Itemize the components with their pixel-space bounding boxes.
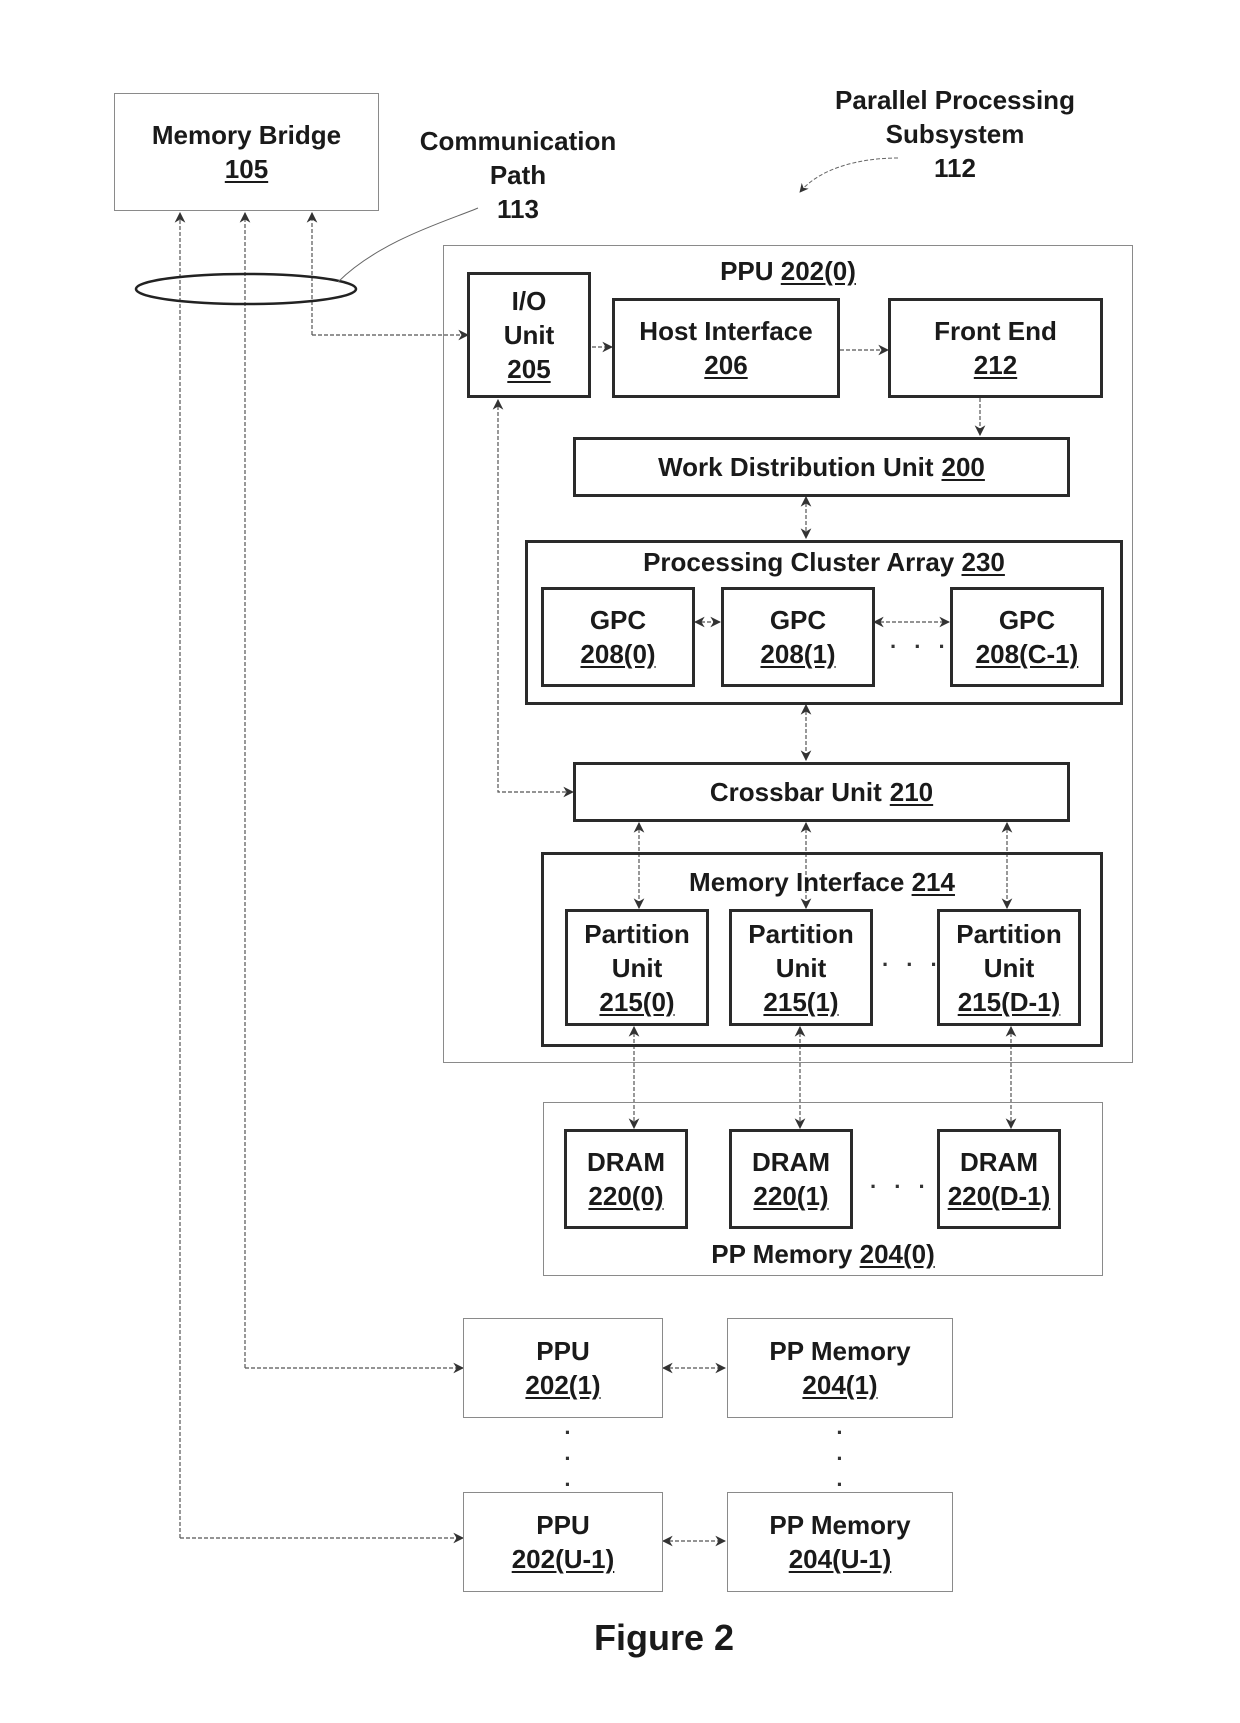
dram-ellipsis: . . .	[870, 1168, 931, 1193]
partition-unit-last-ref: 215(D-1)	[957, 986, 1061, 1017]
host-interface-title: Host Interface	[639, 316, 813, 346]
dram-1-ref: 220(1)	[753, 1181, 829, 1211]
pp-memory-last-box[interactable]: PP Memory 204(U-1)	[727, 1492, 953, 1592]
ppu1-ref: 202(1)	[525, 1370, 601, 1400]
wdu-ref: 200	[941, 452, 985, 482]
partition-unit-last-line1: Partition	[956, 918, 1062, 949]
ppu1-title: PPU	[536, 1336, 590, 1366]
host-interface-box[interactable]: Host Interface 206	[612, 298, 840, 398]
memory-bridge-title: Memory Bridge	[151, 120, 342, 150]
dram-0-ref: 220(0)	[588, 1181, 664, 1211]
subsystem-ref: 112	[934, 153, 976, 183]
dram-last-title: DRAM	[960, 1147, 1038, 1177]
pp-memory1-box[interactable]: PP Memory 204(1)	[727, 1318, 953, 1418]
ppu0-title: PPU	[720, 256, 774, 286]
dram-1-box[interactable]: DRAM 220(1)	[729, 1129, 853, 1229]
dram-last-box[interactable]: DRAM 220(D-1)	[937, 1129, 1061, 1229]
partition-unit-0-ref: 215(0)	[599, 986, 675, 1017]
ppu-last-box[interactable]: PPU 202(U-1)	[463, 1492, 663, 1592]
dram-1-title: DRAM	[752, 1147, 830, 1177]
partition-unit-0-line2: Unit	[611, 952, 663, 983]
ppu-last-title: PPU	[536, 1510, 590, 1540]
gpc-1-ref: 208(1)	[760, 639, 836, 669]
pca-heading: Processing Cluster Array 230	[643, 545, 1005, 579]
wdu-title: Work Distribution Unit	[658, 452, 934, 482]
pp-memory1-title: PP Memory	[769, 1336, 911, 1366]
io-unit-line1: I/O	[511, 286, 547, 316]
gpc-last-ref: 208(C-1)	[975, 639, 1079, 669]
gpc-last-box[interactable]: GPC 208(C-1)	[950, 587, 1104, 687]
gpc-last-title: GPC	[998, 605, 1056, 635]
crossbar-unit-box[interactable]: Crossbar Unit 210	[573, 762, 1070, 822]
gpc-0-box[interactable]: GPC 208(0)	[541, 587, 695, 687]
partition-unit-1-box[interactable]: Partition Unit 215(1)	[729, 909, 873, 1026]
front-end-title: Front End	[934, 316, 1057, 346]
dram-0-box[interactable]: DRAM 220(0)	[564, 1129, 688, 1229]
gpc-1-title: GPC	[769, 605, 827, 635]
crossbar-title: Crossbar Unit	[709, 777, 882, 807]
gpc-ellipsis: . . .	[890, 628, 951, 653]
figure-caption: Figure 2	[594, 1617, 735, 1658]
front-end-ref: 212	[973, 350, 1018, 380]
ppu0-ref: 202(0)	[780, 256, 856, 286]
pp-memory0-title: PP Memory	[711, 1239, 853, 1269]
memory-interface-heading: Memory Interface 214	[689, 865, 955, 899]
communication-path-label: Communication Path 113	[403, 124, 633, 226]
communication-path-ref: 113	[497, 194, 539, 224]
gpc-1-box[interactable]: GPC 208(1)	[721, 587, 875, 687]
partition-unit-last-line2: Unit	[983, 952, 1035, 983]
dram-0-title: DRAM	[587, 1147, 665, 1177]
gpc-0-title: GPC	[589, 605, 647, 635]
gpc-0-ref: 208(0)	[580, 639, 656, 669]
ppu1-box[interactable]: PPU 202(1)	[463, 1318, 663, 1418]
communication-path-line1: Communication	[419, 126, 617, 156]
pp-memory-last-title: PP Memory	[769, 1510, 911, 1540]
memory-interface-title: Memory Interface	[689, 867, 905, 897]
ppu-last-ref: 202(U-1)	[511, 1544, 615, 1574]
partition-unit-1-ref: 215(1)	[763, 986, 839, 1017]
subsystem-line2: Subsystem	[885, 119, 1025, 149]
partition-unit-1-line2: Unit	[775, 952, 827, 983]
io-unit-ref: 205	[507, 354, 551, 384]
pp-memory0-ref: 204(0)	[859, 1239, 935, 1269]
pca-ref: 230	[961, 547, 1005, 577]
parallel-processing-subsystem-label: Parallel Processing Subsystem 112	[810, 83, 1100, 185]
subsystem-line1: Parallel Processing	[835, 85, 1075, 115]
ppu-vertical-ellipsis: · · ·	[564, 1420, 572, 1497]
front-end-box[interactable]: Front End 212	[888, 298, 1103, 398]
work-distribution-unit-box[interactable]: Work Distribution Unit 200	[573, 437, 1070, 497]
memory-bridge-ref: 105	[224, 154, 269, 184]
communication-path-line2: Path	[489, 160, 547, 190]
io-unit-line2: Unit	[503, 320, 555, 350]
communication-path-ellipse	[134, 272, 358, 306]
memory-interface-ref: 214	[911, 867, 955, 897]
partition-ellipsis: . . .	[882, 946, 943, 971]
pp-memory0-heading: PP Memory 204(0)	[711, 1237, 935, 1271]
pp-memory-last-ref: 204(U-1)	[788, 1544, 892, 1574]
io-unit-box[interactable]: I/O Unit 205	[467, 272, 591, 398]
ppu0-heading: PPU 202(0)	[720, 254, 856, 288]
pca-title: Processing Cluster Array	[643, 547, 955, 577]
dram-last-ref: 220(D-1)	[947, 1181, 1051, 1211]
pp-memory-vertical-ellipsis: · · ·	[836, 1420, 844, 1497]
memory-bridge-box[interactable]: Memory Bridge 105	[114, 93, 379, 211]
partition-unit-0-box[interactable]: Partition Unit 215(0)	[565, 909, 709, 1026]
crossbar-ref: 210	[889, 777, 934, 807]
pp-memory1-ref: 204(1)	[802, 1370, 878, 1400]
partition-unit-0-line1: Partition	[584, 918, 690, 949]
partition-unit-last-box[interactable]: Partition Unit 215(D-1)	[937, 909, 1081, 1026]
host-interface-ref: 206	[704, 350, 748, 380]
partition-unit-1-line1: Partition	[748, 918, 854, 949]
